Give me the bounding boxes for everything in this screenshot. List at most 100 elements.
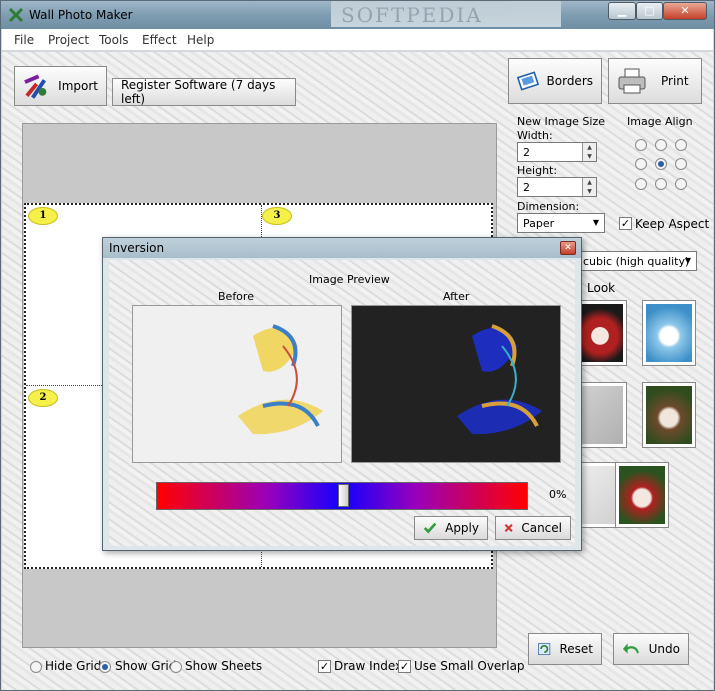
check-icon — [423, 522, 437, 534]
import-icon — [24, 74, 47, 99]
menu-project[interactable]: Project — [48, 33, 89, 47]
align-middle-left[interactable] — [635, 158, 647, 170]
dialog-body: Image Preview Before After 0% Apply Canc… — [109, 260, 575, 546]
spin-arrows-icon[interactable]: ▲ ▼ — [582, 178, 596, 196]
chevron-down-icon: ▼ — [592, 218, 600, 227]
menu-bar: File Project Tools Effect Help — [2, 29, 713, 51]
slider-value: 0% — [549, 488, 567, 501]
apply-label: Apply — [445, 521, 479, 535]
width-label: Width: — [517, 129, 553, 142]
menu-tools[interactable]: Tools — [99, 33, 129, 47]
show-sheets-label: Show Sheets — [185, 659, 263, 673]
watermark: SOFTPEDIA — [331, 1, 561, 27]
index-badge: 1 — [28, 207, 58, 225]
maximize-icon: □ — [644, 4, 655, 17]
cancel-icon — [504, 523, 513, 533]
after-image — [457, 324, 542, 435]
align-bottom-right[interactable] — [675, 178, 687, 190]
inversion-slider[interactable] — [156, 482, 528, 510]
align-bottom-center[interactable] — [655, 178, 667, 190]
reset-label: Reset — [559, 642, 593, 656]
image-preview-label: Image Preview — [309, 273, 390, 286]
app-window: Wall Photo Maker SOFTPEDIA ▁ □ ✕ File Pr… — [0, 0, 715, 691]
show-sheets-radio[interactable] — [170, 661, 182, 673]
align-middle-right[interactable] — [675, 158, 687, 170]
index-badge: 3 — [262, 207, 292, 225]
close-icon: ✕ — [564, 243, 572, 253]
dimension-value: Paper — [523, 217, 555, 230]
slider-thumb[interactable] — [338, 484, 349, 507]
undo-icon — [622, 643, 639, 654]
borders-button[interactable]: Borders — [508, 58, 602, 104]
align-top-center[interactable] — [655, 139, 667, 151]
hide-grid-radio[interactable] — [30, 661, 42, 673]
close-button[interactable]: ✕ — [663, 2, 707, 20]
import-label: Import — [58, 79, 98, 93]
width-stepper[interactable]: 2 ▲ ▼ — [517, 142, 597, 162]
align-middle-center[interactable] — [655, 158, 667, 170]
window-title: Wall Photo Maker — [29, 8, 133, 22]
before-preview — [132, 305, 342, 463]
import-button[interactable]: Import — [14, 66, 107, 106]
menu-effect[interactable]: Effect — [142, 33, 177, 47]
image-size-heading: New Image Size — [517, 115, 606, 128]
after-label: After — [443, 290, 470, 303]
reset-button[interactable]: Reset — [528, 633, 602, 665]
thumbnail-effect[interactable] — [615, 462, 669, 528]
look-label: Look — [587, 281, 616, 295]
hide-grid-label: Hide Grid — [45, 659, 102, 673]
show-grid-label: Show Grid — [115, 659, 177, 673]
undo-label: Undo — [648, 642, 680, 656]
image-align-heading: Image Align — [627, 115, 693, 128]
show-grid-radio[interactable] — [99, 661, 111, 673]
height-stepper[interactable]: 2 ▲ ▼ — [517, 177, 597, 197]
draw-index-label: Draw Index — [334, 659, 403, 673]
borders-label: Borders — [546, 74, 593, 88]
cancel-label: Cancel — [521, 521, 562, 535]
cancel-button[interactable]: Cancel — [495, 516, 571, 540]
dialog-close-button[interactable]: ✕ — [560, 241, 576, 255]
inversion-dialog: Inversion ✕ Image Preview Before After 0… — [102, 237, 582, 551]
minimize-button[interactable]: ▁ — [608, 2, 636, 20]
small-overlap-checkbox[interactable]: ✓ — [398, 660, 411, 673]
reset-icon — [538, 642, 551, 656]
borders-icon — [517, 71, 540, 91]
resample-value: cubic (high quality) — [583, 255, 690, 268]
index-badge: 2 — [28, 389, 58, 407]
dimension-label: Dimension: — [517, 200, 580, 213]
thumbnail-effect[interactable] — [642, 382, 696, 448]
menu-file[interactable]: File — [14, 33, 34, 47]
printer-icon — [618, 68, 646, 94]
dialog-title[interactable]: Inversion — [103, 238, 581, 258]
app-icon — [8, 7, 24, 23]
draw-index-checkbox[interactable]: ✓ — [318, 660, 331, 673]
menu-help[interactable]: Help — [187, 33, 214, 47]
resample-select[interactable]: cubic (high quality) ▼ — [577, 251, 697, 271]
close-icon: ✕ — [680, 4, 690, 17]
grid-line-horizontal — [26, 385, 106, 386]
width-value: 2 — [523, 146, 530, 159]
apply-button[interactable]: Apply — [414, 516, 488, 540]
checkmark-icon: ✓ — [319, 660, 330, 673]
checkmark-icon: ✓ — [620, 217, 631, 230]
thumbnail-effect[interactable] — [642, 300, 696, 366]
dimension-select[interactable]: Paper ▼ — [517, 213, 605, 233]
align-top-left[interactable] — [635, 139, 647, 151]
keep-aspect-checkbox[interactable]: ✓ — [619, 217, 632, 230]
print-label: Print — [661, 74, 689, 88]
title-bar[interactable]: Wall Photo Maker SOFTPEDIA ▁ □ ✕ — [1, 1, 714, 29]
checkmark-icon: ✓ — [399, 660, 410, 673]
spin-arrows-icon[interactable]: ▲ ▼ — [582, 143, 596, 161]
align-top-right[interactable] — [675, 139, 687, 151]
small-overlap-label: Use Small Overlap — [414, 659, 525, 673]
after-preview — [351, 305, 561, 463]
register-button[interactable]: Register Software (7 days left) — [112, 78, 296, 106]
undo-button[interactable]: Undo — [613, 633, 689, 665]
height-label: Height: — [517, 164, 558, 177]
align-bottom-left[interactable] — [635, 178, 647, 190]
maximize-button[interactable]: □ — [636, 2, 663, 20]
before-image — [238, 324, 323, 435]
chevron-down-icon: ▼ — [684, 256, 692, 265]
minimize-icon: ▁ — [617, 4, 627, 17]
print-button[interactable]: Print — [608, 58, 702, 104]
